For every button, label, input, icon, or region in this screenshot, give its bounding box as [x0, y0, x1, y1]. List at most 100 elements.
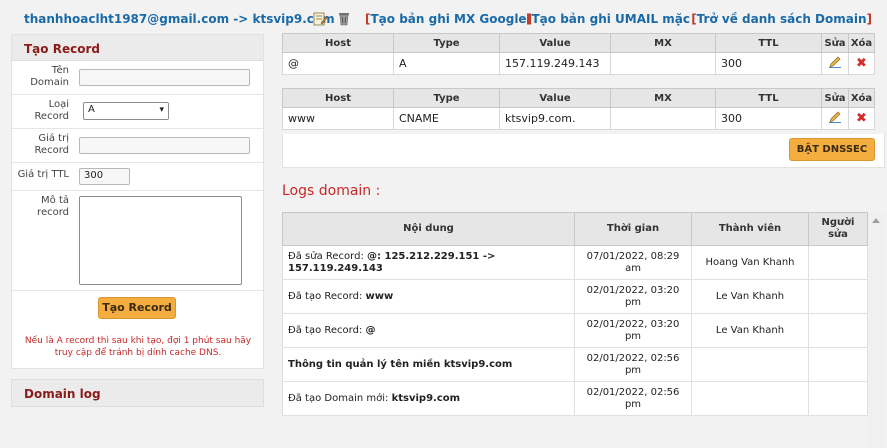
log-row: Đã tạo Domain mới: ktsvip9.com 02/01/202…	[282, 381, 868, 416]
log-member	[691, 347, 809, 382]
record-type-value: A	[88, 104, 95, 115]
log-content: Đã tạo Record: www	[282, 279, 575, 314]
pencil-icon[interactable]	[829, 111, 841, 123]
log-time: 02/01/2022, 02:56 pm	[574, 347, 692, 382]
record-row: @ A 157.119.249.143 300 ✖	[282, 52, 875, 75]
delete-x-icon[interactable]: ✖	[856, 56, 867, 71]
delete-record-cell[interactable]: ✖	[848, 107, 875, 130]
log-content: Đã tạo Domain mới: ktsvip9.com	[282, 381, 575, 416]
record-header-row: Host Type Value MX TTL Sửa Xóa	[282, 88, 875, 108]
type-label: Loại Record	[34, 99, 69, 122]
ttl-input[interactable]: 300	[79, 168, 130, 185]
col-type: Type	[393, 88, 500, 108]
col-type: Type	[393, 33, 500, 53]
col-member: Thành viên	[691, 212, 809, 246]
log-member: Le Van Khanh	[691, 279, 809, 314]
create-record-button[interactable]: Tạo Record	[98, 297, 176, 319]
log-time: 07/01/2022, 08:29 am	[574, 245, 692, 280]
delete-record-cell[interactable]: ✖	[848, 52, 875, 75]
value-label: Giá trị Record	[34, 133, 69, 156]
logs-header-row: Nội dung Thời gian Thành viên Người sửa	[282, 212, 868, 246]
log-row: Thông tin quản lý tên miền ktsvip9.com 0…	[282, 347, 868, 382]
enable-dnssec-button[interactable]: BẬT DNSSEC	[789, 138, 875, 161]
domain-name-input[interactable]	[79, 69, 250, 86]
name-row: Tên Domain	[12, 61, 263, 95]
col-delete: Xóa	[848, 88, 875, 108]
log-member: Hoang Van Khanh	[691, 245, 809, 280]
col-edit: Sửa	[821, 33, 849, 53]
record-table-2: Host Type Value MX TTL Sửa Xóa www CNAME…	[282, 88, 875, 130]
record-value: ktsvip9.com.	[499, 107, 611, 130]
log-row: Đã sửa Record: @: 125.212.229.151 -> 157…	[282, 245, 868, 280]
col-content: Nội dung	[282, 212, 575, 246]
scroll-up-icon[interactable]	[872, 218, 880, 223]
create-record-header: Tạo Record	[12, 35, 263, 61]
back-to-domains-link[interactable]: [Trở về danh sách Domain]	[691, 12, 872, 26]
log-editor	[808, 381, 868, 416]
col-value: Value	[499, 33, 611, 53]
desc-label: Mô tả record	[37, 195, 69, 218]
record-header-row: Host Type Value MX TTL Sửa Xóa	[282, 33, 875, 53]
log-member: Le Van Khanh	[691, 313, 809, 348]
log-editor	[808, 313, 868, 348]
col-mx: MX	[610, 88, 716, 108]
record-host: @	[282, 52, 394, 75]
log-content: Đã tạo Record: @	[282, 313, 575, 348]
create-record-title: Tạo Record	[24, 42, 100, 56]
edit-icon[interactable]	[313, 12, 327, 26]
log-member	[691, 381, 809, 416]
col-time: Thời gian	[574, 212, 692, 246]
record-ttl: 300	[715, 107, 822, 130]
col-ttl: TTL	[715, 33, 822, 53]
record-value: 157.119.249.143	[499, 52, 611, 75]
ttl-label: Giá trị TTL	[17, 169, 69, 180]
col-edit: Sửa	[821, 88, 849, 108]
edit-record-cell[interactable]	[821, 52, 849, 75]
col-value: Value	[499, 88, 611, 108]
col-host: Host	[282, 33, 394, 53]
logs-scrollbar[interactable]	[868, 212, 885, 448]
record-host: www	[282, 107, 394, 130]
log-content: Thông tin quản lý tên miền ktsvip9.com	[282, 347, 575, 382]
cache-warning-text: Nếu là A record thì sau khi tạo, đợi 1 p…	[24, 336, 252, 358]
record-mx	[610, 107, 716, 130]
account-domain-link[interactable]: thanhhoaclht1987@gmail.com -> ktsvip9.co…	[24, 12, 335, 26]
log-time: 02/01/2022, 03:20 pm	[574, 313, 692, 348]
log-content: Đã sửa Record: @: 125.212.229.151 -> 157…	[282, 245, 575, 280]
type-row: Loại Record A ▾	[12, 95, 263, 129]
log-editor	[808, 279, 868, 314]
chevron-down-icon: ▾	[159, 105, 164, 115]
trash-icon[interactable]	[337, 11, 351, 26]
dnssec-area: BẬT DNSSEC	[282, 134, 885, 168]
record-type-select[interactable]: A ▾	[83, 102, 169, 120]
logs-table: Nội dung Thời gian Thành viên Người sửa …	[282, 212, 868, 416]
col-delete: Xóa	[848, 33, 875, 53]
value-row: Giá trị Record	[12, 129, 263, 163]
delete-x-icon[interactable]: ✖	[856, 111, 867, 126]
edit-record-cell[interactable]	[821, 107, 849, 130]
pencil-icon[interactable]	[829, 56, 841, 68]
ttl-row: Giá trị TTL 300	[12, 163, 263, 191]
log-row: Đã tạo Record: www 02/01/2022, 03:20 pm …	[282, 279, 868, 314]
log-row: Đã tạo Record: @ 02/01/2022, 03:20 pm Le…	[282, 313, 868, 348]
record-value-input[interactable]	[79, 137, 250, 154]
create-record-panel: Tạo Record Tên Domain Loại Record A ▾ Gi…	[11, 34, 264, 369]
col-editor: Người sửa	[808, 212, 868, 246]
record-table-1: Host Type Value MX TTL Sửa Xóa @ A 157.1…	[282, 33, 875, 75]
logs-title: Logs domain :	[282, 183, 381, 199]
log-editor	[808, 347, 868, 382]
create-mx-google-link[interactable]: [Tạo bản ghi MX Google]	[365, 12, 532, 26]
create-umail-link[interactable]: [Tạo bản ghi UMAIL mặc	[526, 12, 690, 26]
name-label: Tên Domain	[30, 65, 69, 88]
description-textarea[interactable]	[79, 196, 242, 285]
col-ttl: TTL	[715, 88, 822, 108]
col-host: Host	[282, 88, 394, 108]
top-bar: thanhhoaclht1987@gmail.com -> ktsvip9.co…	[0, 0, 887, 34]
log-editor	[808, 245, 868, 280]
record-ttl: 300	[715, 52, 822, 75]
record-type: A	[393, 52, 500, 75]
record-row: www CNAME ktsvip9.com. 300 ✖	[282, 107, 875, 130]
domain-log-panel[interactable]: Domain log	[11, 379, 264, 407]
domain-log-title: Domain log	[24, 387, 101, 401]
record-type: CNAME	[393, 107, 500, 130]
